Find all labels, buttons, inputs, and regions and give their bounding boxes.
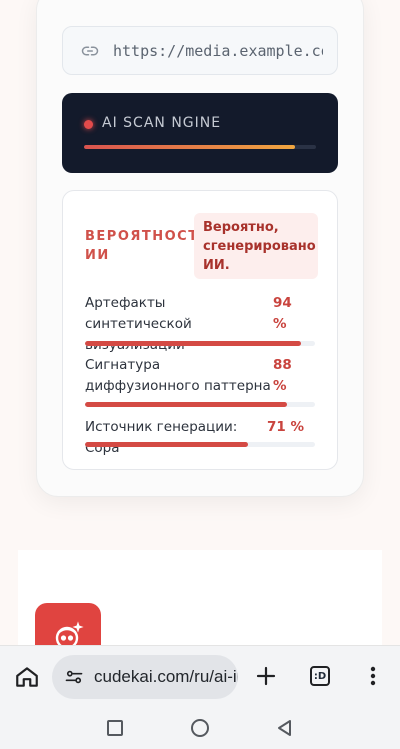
back-icon[interactable] <box>275 718 295 738</box>
menu-icon[interactable] <box>364 664 382 688</box>
system-navigation-bar <box>0 707 400 749</box>
home-icon[interactable] <box>14 664 40 690</box>
home-circle-icon[interactable] <box>190 718 210 738</box>
metric-label: Артефакты синтетической визуализации <box>85 295 192 353</box>
address-text: cudekai.com/ru/ai-image-detector <box>94 667 238 686</box>
tab-count-label: :D <box>313 670 327 682</box>
recents-icon[interactable] <box>105 718 125 738</box>
browser-toolbar: cudekai.com/ru/ai-image-detector :D <box>0 645 400 708</box>
metric-bar-fill <box>85 442 249 447</box>
new-tab-icon[interactable] <box>254 664 278 688</box>
metric-row-source: Источник генерации: Сора 71 % <box>85 417 317 459</box>
image-url-field[interactable]: https://media.example.com/image.jpg <box>62 26 338 75</box>
result-panel: ВЕРОЯТНОСТЬ ИИ Вероятно, сгенерировано И… <box>62 190 338 470</box>
metric-value: 94 % <box>273 295 292 332</box>
metric-label: Сигнатура диффузионного паттерна <box>85 357 271 394</box>
metric-bar-fill <box>85 341 302 346</box>
metric-bar-track <box>85 442 315 447</box>
metric-value: 88 % <box>273 357 292 394</box>
site-settings-icon[interactable] <box>64 667 84 687</box>
metric-row-artifacts: Артефакты синтетической визуализации 94 … <box>85 293 317 356</box>
metric-label: Источник генерации: Сора <box>85 419 238 456</box>
metric-bar-track <box>85 402 315 407</box>
scan-progress-fill <box>84 145 296 149</box>
scan-engine-label: AI SCAN NGINE <box>102 115 222 131</box>
metric-bar-fill <box>85 402 288 407</box>
image-url-text: https://media.example.com/image.jpg <box>113 41 323 60</box>
metric-value: 71 % <box>267 419 305 435</box>
ai-probability-title: ВЕРОЯТНОСТЬ ИИ <box>85 229 210 263</box>
address-bar[interactable]: cudekai.com/ru/ai-image-detector <box>52 655 238 699</box>
link-icon <box>81 42 99 60</box>
scan-status-dot <box>84 120 93 129</box>
metric-row-diffusion: Сигнатура диффузионного паттерна 88 % <box>85 355 317 407</box>
metric-bar-track <box>85 341 315 346</box>
tabs-icon[interactable]: :D <box>310 666 330 686</box>
scan-engine-panel: AI SCAN NGINE <box>62 93 338 173</box>
verdict-badge: Вероятно, сгенерировано ИИ. <box>194 213 318 279</box>
scan-progress-track <box>84 145 316 149</box>
